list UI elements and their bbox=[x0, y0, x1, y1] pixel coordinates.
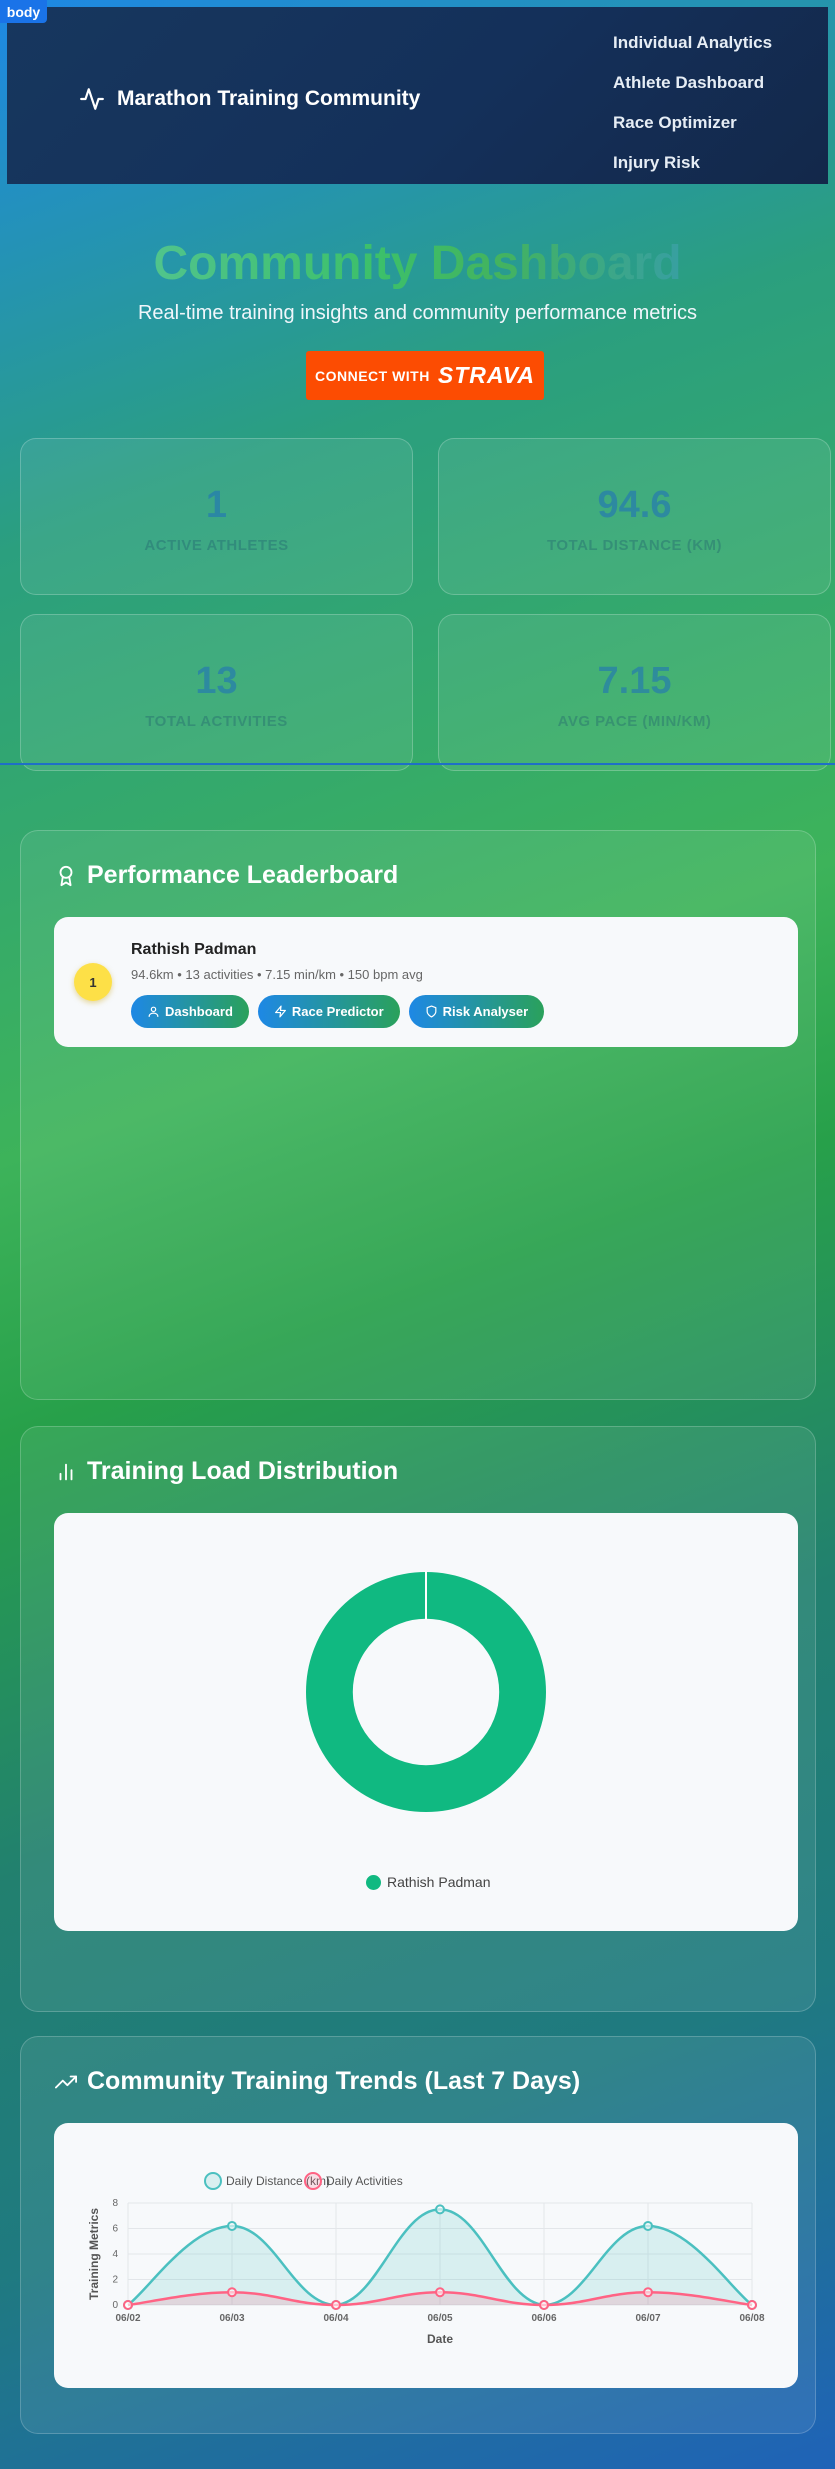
hero: Community Dashboard Real-time training i… bbox=[7, 184, 828, 325]
x-tick-label: 06/06 bbox=[531, 2313, 556, 2324]
strava-logo: STRAVA bbox=[437, 362, 536, 388]
site-title: Marathon Training Community bbox=[117, 87, 421, 110]
stat-card-avg-pace: 7.15 Avg Pace (min/km) bbox=[438, 614, 831, 771]
site-header: Marathon Training Community Individual A… bbox=[7, 7, 828, 184]
x-tick-label: 06/03 bbox=[219, 2313, 244, 2324]
page-subtitle: Real-time training insights and communit… bbox=[137, 302, 698, 324]
activity-icon bbox=[80, 88, 104, 110]
leaderboard-title: Performance Leaderboard bbox=[87, 861, 399, 889]
leaderboard-entry: 1 Rathish Padman 94.6km • 13 activities … bbox=[54, 917, 798, 1047]
donut-legend[interactable]: Rathish Padman bbox=[366, 1874, 491, 1890]
y-tick-label: 2 bbox=[112, 2275, 118, 2286]
y-tick-label: 6 bbox=[112, 2224, 118, 2235]
stat-label: Active Athletes bbox=[144, 537, 289, 554]
x-tick-label: 06/07 bbox=[635, 2313, 660, 2324]
x-tick-label: 06/02 bbox=[115, 2313, 140, 2324]
stat-value: 94.6 bbox=[597, 484, 672, 526]
risk-analyser-button-label: Risk Analyser bbox=[442, 1004, 529, 1019]
training-load-panel: Training Load Distribution Rathish Padma… bbox=[20, 1426, 816, 2012]
connect-with-label: CONNECT WITH bbox=[314, 367, 430, 384]
data-point bbox=[227, 2287, 237, 2298]
y-tick-label: 4 bbox=[112, 2249, 118, 2260]
data-point bbox=[331, 2300, 341, 2310]
stat-value: 7.15 bbox=[597, 660, 672, 702]
shield-icon bbox=[426, 1005, 437, 1018]
legend-swatch bbox=[204, 2172, 222, 2190]
nav-injury-risk[interactable]: Injury Risk bbox=[613, 143, 772, 183]
legend-swatch bbox=[304, 2172, 322, 2190]
divider-line bbox=[0, 763, 835, 765]
dashboard-button-label: Dashboard bbox=[165, 1004, 233, 1019]
page-title: Community Dashboard bbox=[7, 236, 828, 292]
leaderboard-header: Performance Leaderboard bbox=[55, 861, 398, 890]
stat-label: Total Activities bbox=[145, 713, 288, 730]
data-point bbox=[227, 2220, 237, 2231]
stat-card-active-athletes: 1 Active Athletes bbox=[20, 438, 413, 595]
legend-swatch bbox=[366, 1874, 381, 1890]
legend-label: Rathish Padman bbox=[387, 1874, 491, 1890]
award-icon bbox=[59, 865, 73, 886]
body-debug-tag: body bbox=[0, 0, 47, 23]
athlete-name[interactable]: Rathish Padman bbox=[131, 941, 256, 959]
rank-badge: 1 bbox=[74, 963, 112, 1001]
connect-strava-button[interactable]: CONNECT WITH STRAVA bbox=[306, 351, 544, 400]
stat-card-total-activities: 13 Total Activities bbox=[20, 614, 413, 771]
data-point bbox=[747, 2300, 757, 2310]
training-trends-line-chart: 0 2 4 6 8 06/02 06/03 06/04 06/05 06/06 06/07 06/08… bbox=[87, 2172, 765, 2346]
x-tick-label: 06/04 bbox=[323, 2313, 348, 2324]
training-load-header: Training Load Distribution bbox=[55, 1457, 398, 1486]
legend-label: Daily Activities bbox=[326, 2174, 403, 2188]
nav-athlete-dashboard[interactable]: Athlete Dashboard bbox=[613, 63, 772, 103]
x-tick-label: 06/05 bbox=[427, 2313, 452, 2324]
user-icon bbox=[148, 1006, 159, 1017]
stat-value: 1 bbox=[205, 484, 228, 526]
leaderboard-panel: Performance Leaderboard 1 Rathish Padman… bbox=[20, 830, 816, 1400]
nav-race-optimizer[interactable]: Race Optimizer bbox=[613, 103, 772, 143]
risk-analyser-button[interactable]: Risk Analyser bbox=[408, 995, 545, 1028]
y-axis-label: Training Metrics bbox=[87, 2208, 101, 2300]
x-tick-label: 06/08 bbox=[739, 2313, 764, 2324]
training-trends-header: Community Training Trends (Last 7 Days) bbox=[55, 2067, 580, 2096]
stat-label: Avg Pace (min/km) bbox=[557, 713, 712, 730]
y-tick-label: 0 bbox=[112, 2300, 118, 2311]
stat-value: 13 bbox=[195, 660, 238, 702]
y-tick-label: 8 bbox=[112, 2198, 118, 2209]
trending-up-icon bbox=[55, 2075, 77, 2088]
zap-icon bbox=[274, 1005, 286, 1018]
data-point bbox=[643, 2287, 653, 2298]
data-point bbox=[643, 2220, 653, 2231]
bar-chart-icon bbox=[59, 1463, 73, 1480]
race-predictor-button-label: Race Predictor bbox=[291, 1004, 384, 1019]
donut-slice-0 bbox=[305, 1572, 546, 1812]
main-nav: Individual Analytics Athlete Dashboard R… bbox=[613, 23, 772, 183]
x-axis-label: Date bbox=[427, 2332, 453, 2346]
data-point bbox=[539, 2300, 549, 2310]
training-trends-title: Community Training Trends (Last 7 Days) bbox=[87, 2067, 581, 2095]
training-load-title: Training Load Distribution bbox=[87, 1457, 399, 1485]
brand[interactable]: Marathon Training Community bbox=[79, 86, 420, 112]
training-load-donut-chart bbox=[305, 1571, 546, 1812]
data-point bbox=[123, 2300, 133, 2310]
dashboard-button[interactable]: Dashboard bbox=[131, 995, 249, 1028]
race-predictor-button[interactable]: Race Predictor bbox=[257, 995, 400, 1028]
nav-individual-analytics[interactable]: Individual Analytics bbox=[613, 23, 772, 63]
data-point bbox=[435, 2204, 445, 2215]
stat-card-total-distance: 94.6 Total Distance (km) bbox=[438, 438, 831, 595]
stat-label: Total Distance (km) bbox=[546, 537, 723, 554]
training-load-chart-card: Rathish Padman bbox=[54, 1513, 798, 1931]
training-trends-panel: Community Training Trends (Last 7 Days) … bbox=[20, 2036, 816, 2434]
training-trends-chart-card: 0 2 4 6 8 06/02 06/03 06/04 06/05 06/06 06/07 06/08… bbox=[54, 2123, 798, 2388]
athlete-stats: 94.6km • 13 activities • 7.15 min/km • 1… bbox=[131, 967, 423, 982]
page: Marathon Training Community Individual A… bbox=[0, 7, 835, 2462]
athlete-actions: Dashboard Race Predictor Risk Analyser bbox=[131, 995, 545, 1028]
data-point bbox=[435, 2287, 445, 2298]
